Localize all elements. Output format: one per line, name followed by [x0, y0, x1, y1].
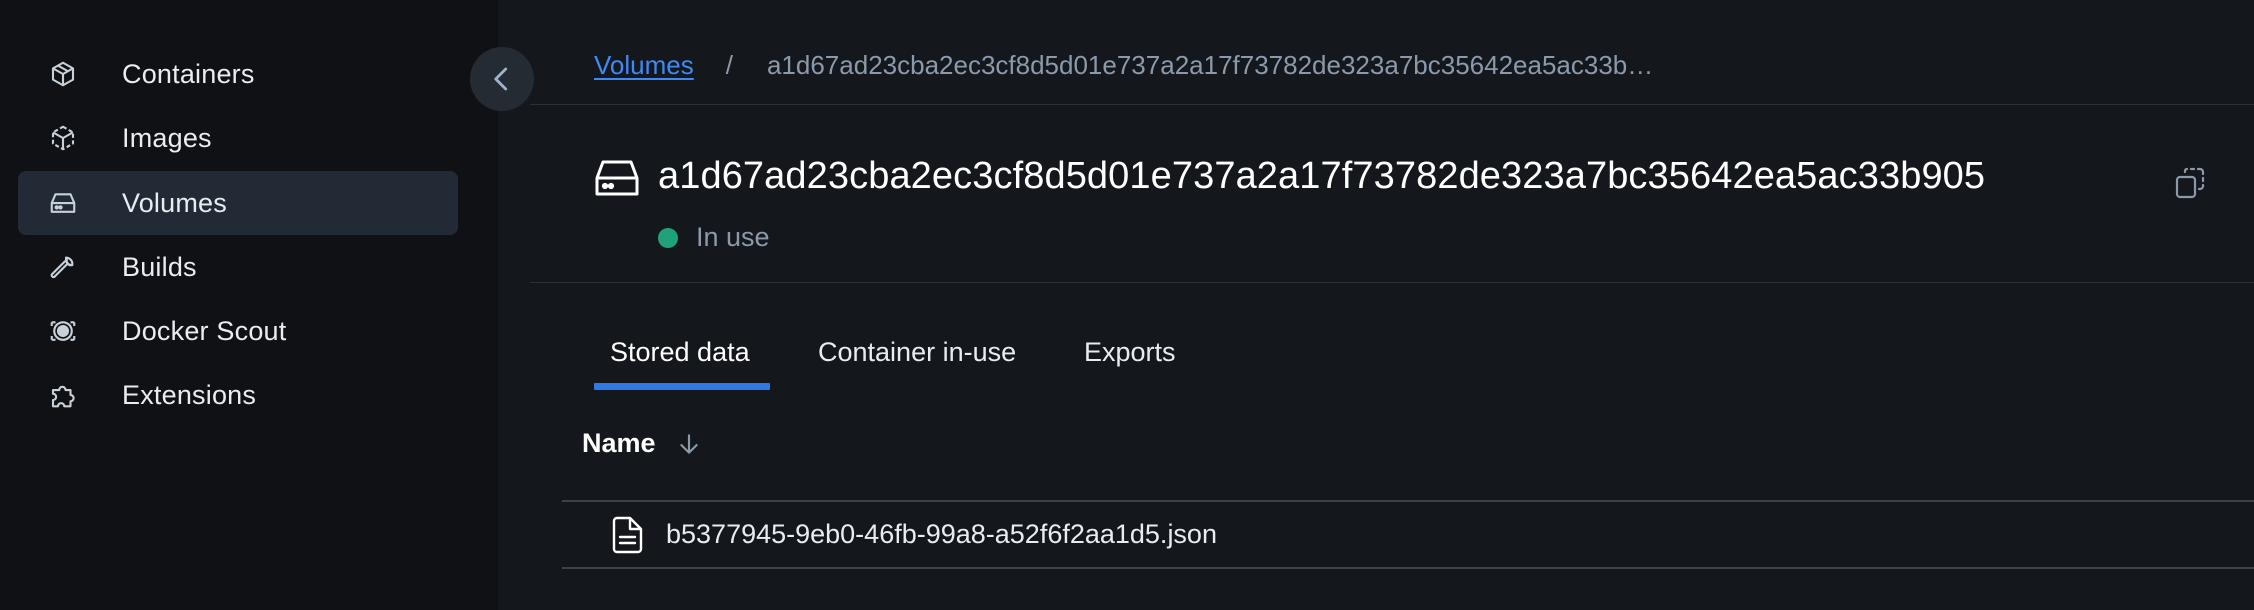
sidebar-item-label: Containers	[122, 59, 255, 89]
wrench-icon	[48, 252, 78, 282]
main-content: Volumes / a1d67ad23cba2ec3cf8d5d01e737a2…	[498, 0, 2254, 610]
active-tab-indicator	[594, 383, 770, 390]
sidebar-item-label: Extensions	[122, 380, 257, 410]
sidebar-item-label: Builds	[122, 252, 197, 282]
sidebar-item-label: Volumes	[122, 188, 227, 218]
status-dot	[658, 227, 678, 248]
column-header-name[interactable]: Name	[582, 428, 702, 459]
divider	[530, 282, 2254, 283]
file-icon	[612, 516, 643, 554]
sidebar-item-label: Docker Scout	[122, 316, 287, 346]
puzzle-icon	[48, 380, 78, 410]
sidebar-item-containers[interactable]: Containers	[18, 42, 458, 106]
volume-icon	[48, 188, 78, 218]
sidebar-item-images[interactable]: Images	[18, 106, 458, 170]
tab-exports[interactable]: Exports	[1084, 337, 1176, 368]
chevron-left-icon	[494, 67, 508, 91]
table-row[interactable]: b5377945-9eb0-46fb-99a8-a52f6f2aa1d5.jso…	[562, 502, 2254, 566]
sidebar-item-docker-scout[interactable]: Docker Scout	[18, 299, 458, 363]
status-indicator: In use	[658, 222, 770, 253]
column-header-label: Name	[582, 428, 656, 458]
file-name: b5377945-9eb0-46fb-99a8-a52f6f2aa1d5.jso…	[666, 519, 1217, 549]
sidebar-item-volumes[interactable]: Volumes	[18, 171, 458, 235]
breadcrumb-volumes-link[interactable]: Volumes	[594, 50, 694, 81]
arrow-down-icon	[679, 433, 698, 454]
sidebar-item-extensions[interactable]: Extensions	[18, 363, 458, 427]
volume-icon	[595, 160, 639, 196]
copy-icon[interactable]	[2174, 166, 2208, 200]
container-icon	[48, 59, 78, 89]
sidebar-item-label: Images	[122, 123, 212, 153]
scout-icon	[48, 316, 78, 346]
page-title: a1d67ad23cba2ec3cf8d5d01e737a2a17f73782d…	[658, 155, 1986, 197]
divider	[530, 104, 2254, 105]
tab-stored-data[interactable]: Stored data	[610, 337, 750, 368]
docker-desktop-window: Containers Images Volumes Builds Docker …	[0, 0, 2254, 610]
sidebar-item-builds[interactable]: Builds	[18, 235, 458, 299]
breadcrumb-separator: /	[725, 50, 733, 80]
tab-container-in-use[interactable]: Container in-use	[818, 337, 1016, 368]
breadcrumb: Volumes / a1d67ad23cba2ec3cf8d5d01e737a2…	[594, 50, 1653, 81]
collapse-sidebar-button[interactable]	[470, 47, 534, 111]
image-icon	[48, 123, 78, 153]
status-text: In use	[696, 222, 770, 252]
sidebar: Containers Images Volumes Builds Docker …	[0, 0, 498, 610]
divider	[562, 567, 2254, 569]
breadcrumb-current: a1d67ad23cba2ec3cf8d5d01e737a2a17f73782d…	[766, 50, 1654, 80]
